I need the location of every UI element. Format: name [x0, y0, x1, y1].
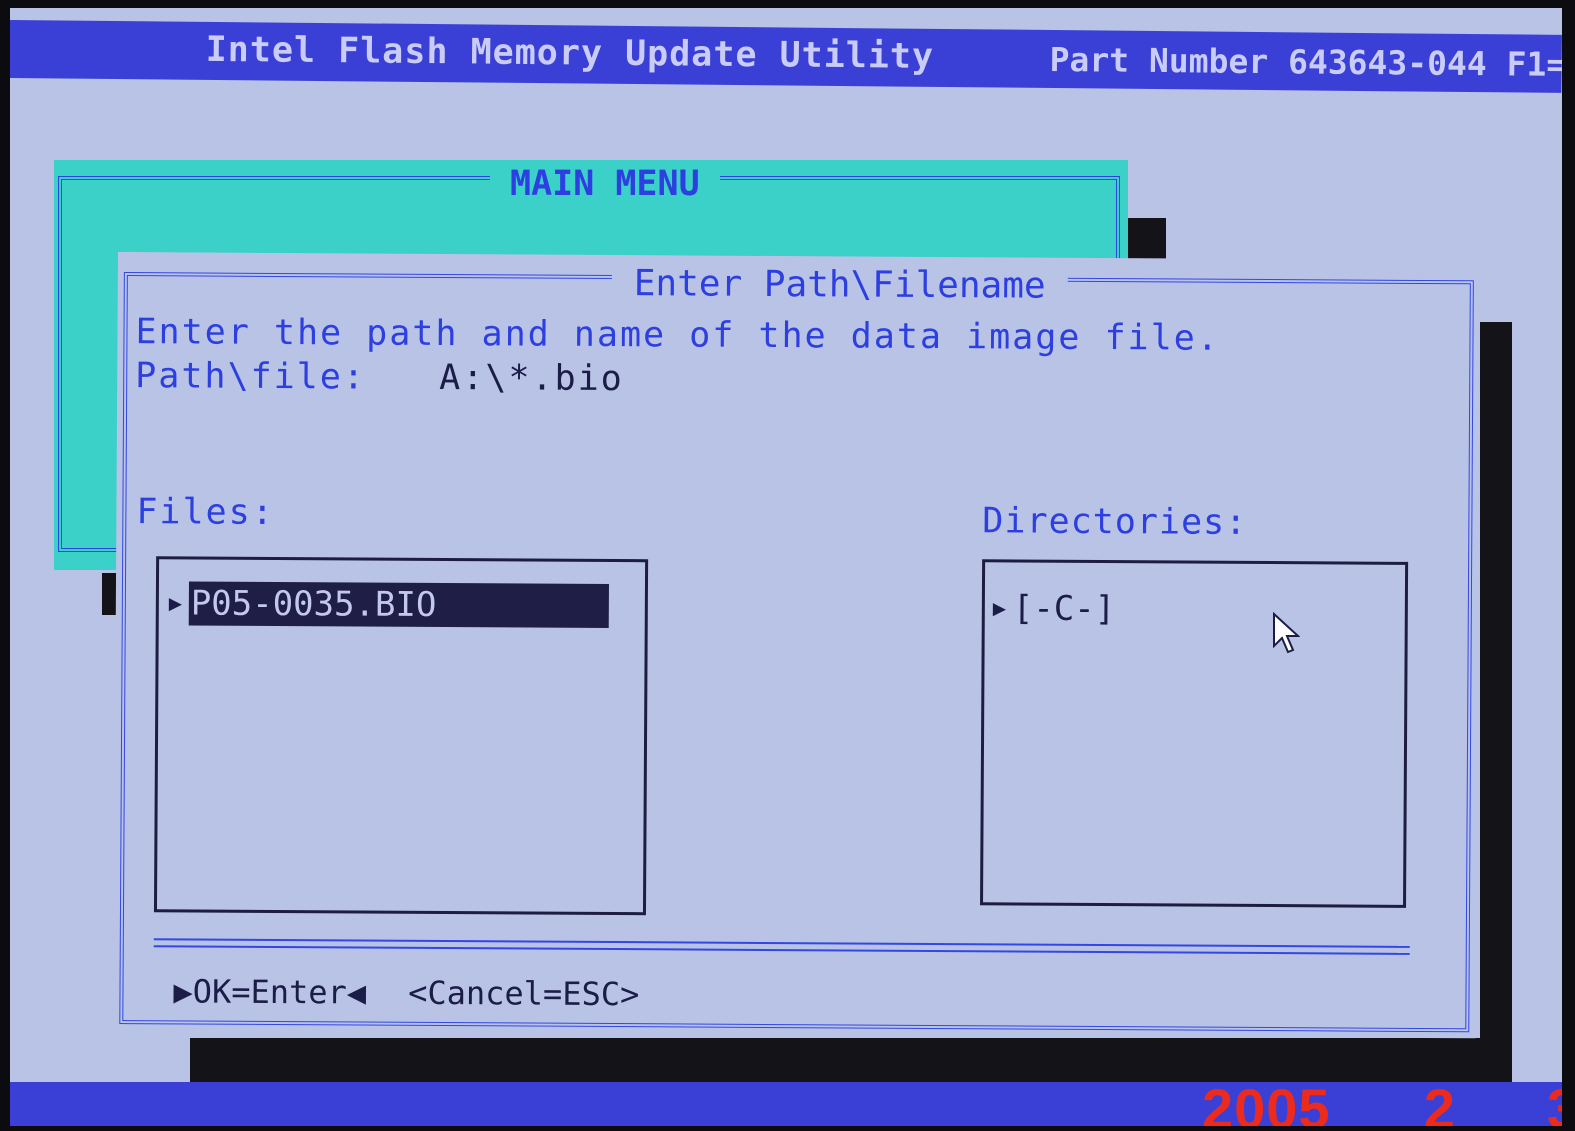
directories-label: Directories: [982, 501, 1248, 543]
file-item-selected[interactable]: ▶ P05-0035.BIO [168, 581, 609, 629]
dialog-shadow-right [1480, 322, 1512, 1042]
title-bar: Intel Flash Memory Update Utility Part N… [10, 20, 1562, 93]
focus-arrow-left-icon: ◀ [346, 973, 367, 1012]
part-number: Part Number 643643-044 [1049, 39, 1487, 84]
app-title: Intel Flash Memory Update Utility [205, 29, 935, 77]
cancel-button[interactable]: <Cancel=ESC> [408, 974, 639, 1013]
dialog-title: Enter Path\Filename [611, 263, 1068, 307]
dialog-buttons: ▶OK=Enter◀ <Cancel=ESC> [173, 972, 639, 1013]
date-year: 2005 [1202, 1077, 1331, 1126]
focus-arrow-right-icon: ▶ [173, 972, 193, 1011]
camera-date-stamp: 2005 2 3 [1202, 1076, 1562, 1126]
mouse-pointer-icon [1273, 612, 1300, 654]
date-day: 3 [1547, 1076, 1562, 1126]
ok-button-label: OK=Enter [192, 972, 347, 1012]
date-month: 2 [1423, 1077, 1456, 1126]
part-number-and-help: Part Number 643643-044 F1=Hel [1049, 40, 1562, 85]
directory-name[interactable]: [-C-] [1013, 588, 1116, 629]
path-input[interactable]: A:\*.bio [439, 358, 624, 399]
selection-arrow-icon: ▶ [168, 590, 183, 616]
dialog-prompt: Enter the path and name of the data imag… [135, 312, 1220, 359]
file-name[interactable]: P05-0035.BIO [188, 581, 609, 629]
directories-list[interactable]: ▶ [-C-] [980, 559, 1409, 908]
directory-item[interactable]: ▶ [-C-] [993, 588, 1116, 629]
selection-arrow-icon: ▶ [992, 595, 1007, 621]
ok-button[interactable]: ▶OK=Enter◀ [173, 972, 366, 1011]
files-list[interactable]: ▶ P05-0035.BIO [153, 556, 649, 916]
path-label: Path\file: [135, 356, 367, 398]
files-label: Files: [136, 492, 275, 533]
bios-screen: Intel Flash Memory Update Utility Part N… [10, 8, 1562, 1126]
help-hint: F1=Hel [1506, 44, 1562, 85]
main-menu-shadow [1128, 218, 1166, 262]
main-menu-title: MAIN MENU [490, 164, 720, 204]
